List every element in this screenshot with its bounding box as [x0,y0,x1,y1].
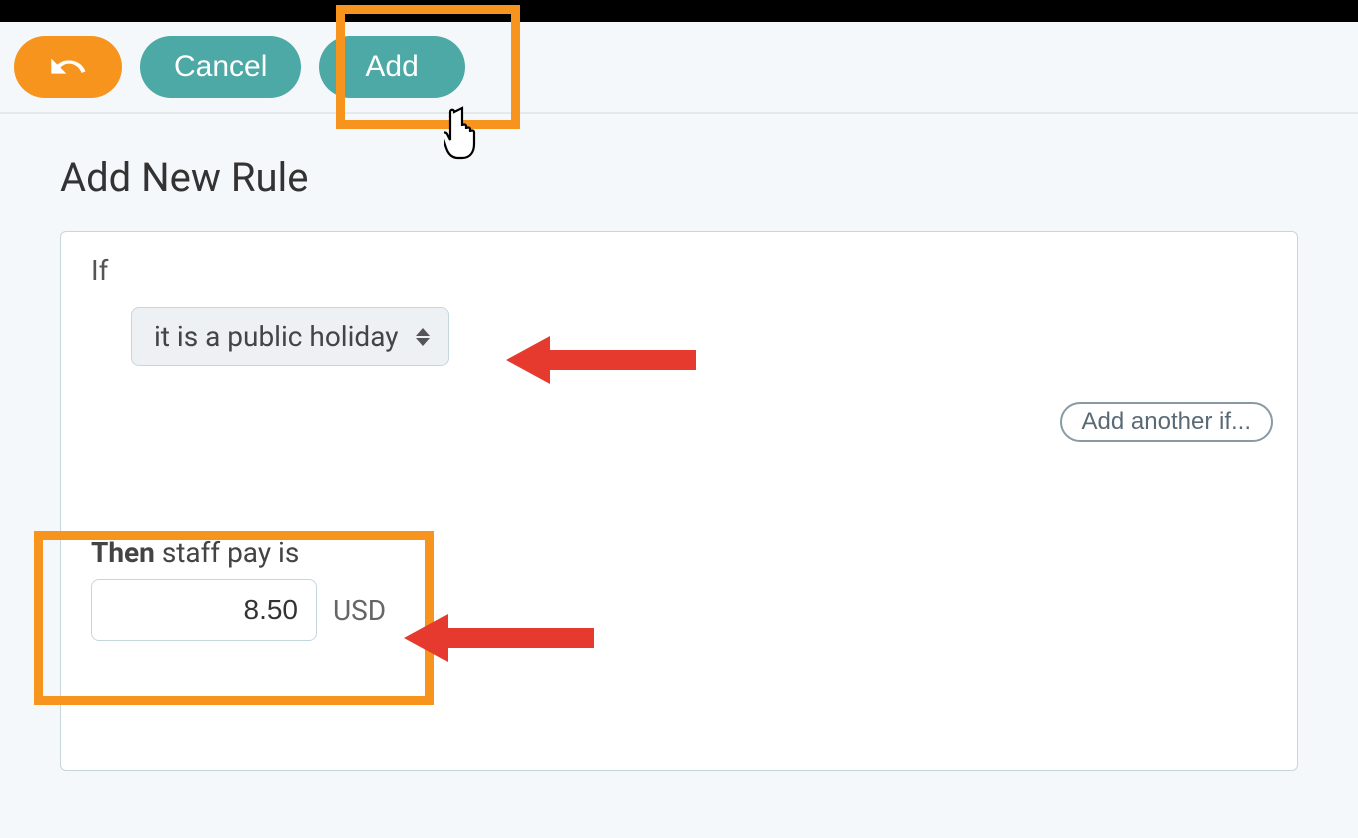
then-text: staff pay is [162,536,299,569]
add-button[interactable]: Add [319,36,464,98]
currency-label: USD [333,594,386,627]
condition-selected-text: it is a public holiday [154,320,398,353]
condition-select[interactable]: it is a public holiday [131,307,449,366]
back-button[interactable] [14,36,122,98]
then-section: Then staff pay is USD [91,536,1267,641]
pay-value-input[interactable] [91,579,317,641]
if-label: If [91,254,1267,287]
then-row: Then staff pay is [91,536,1267,569]
select-caret-icon [416,328,430,346]
window-top-bar [0,0,1358,22]
toolbar: Cancel Add [0,22,1358,114]
cancel-button[interactable]: Cancel [140,36,301,98]
back-arrow-icon [48,47,88,87]
rule-card: If it is a public holiday Add another if… [60,231,1298,771]
page-content: Add New Rule If it is a public holiday A… [0,114,1358,771]
value-row: USD [91,579,1267,641]
page-title: Add New Rule [60,154,1298,201]
add-another-if-button[interactable]: Add another if... [1060,402,1273,442]
then-label: Then [91,536,155,569]
